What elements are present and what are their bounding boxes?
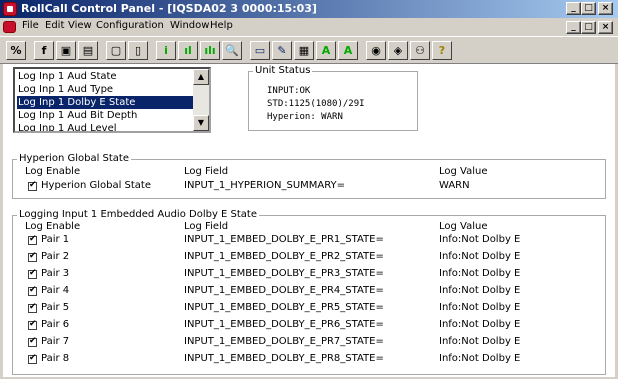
main-content: Log Inp 1 Aud State Log Inp 1 Aud Type L…: [3, 64, 615, 377]
screen-icon[interactable]: ▭: [250, 41, 270, 60]
percent-tool-button[interactable]: %: [6, 41, 26, 60]
pair-label: Pair 2: [41, 251, 70, 262]
lock-icon[interactable]: ▦: [294, 41, 314, 60]
pair-label: Pair 7: [41, 336, 70, 347]
maximize-button[interactable]: □: [581, 2, 596, 15]
document-icon[interactable]: [3, 21, 16, 33]
function-tool-button[interactable]: f: [34, 41, 54, 60]
pair-enable-checkbox[interactable]: [28, 268, 37, 279]
log-enable-header: Log Enable: [25, 166, 81, 177]
hyperion-enable-label: Hyperion Global State: [41, 180, 152, 191]
pair-enable-checkbox[interactable]: [28, 251, 37, 262]
hyperion-field: INPUT_1_HYPERION_SUMMARY=: [184, 180, 346, 191]
unit-status-legend: Unit Status: [253, 65, 313, 76]
window-title: RollCall Control Panel - [IQSDA02 3 0000…: [21, 2, 317, 15]
pair-enable-checkbox[interactable]: [28, 302, 37, 313]
close-button[interactable]: ×: [598, 2, 613, 15]
log-field-header: Log Field: [184, 166, 229, 177]
log-value-header: Log Value: [439, 166, 488, 177]
dolby-e-group: Logging Input 1 Embedded Audio Dolby E S…: [12, 209, 606, 375]
pair-log-field: INPUT_1_EMBED_DOLBY_E_PR6_STATE=: [184, 319, 384, 330]
doc-minimize-button[interactable]: _: [566, 21, 581, 34]
menu-configuration[interactable]: Configuration: [96, 20, 164, 31]
pair-enable-checkbox[interactable]: [28, 336, 37, 347]
pair-log-value: Info:Not Dolby E: [439, 336, 521, 347]
pair-label: Pair 4: [41, 285, 70, 296]
pair-log-field: INPUT_1_EMBED_DOLBY_E_PR2_STATE=: [184, 251, 384, 262]
dolby-legend: Logging Input 1 Embedded Audio Dolby E S…: [17, 209, 260, 220]
log-enable-header: Log Enable: [25, 221, 81, 232]
pair-log-value: Info:Not Dolby E: [439, 353, 521, 364]
pair-log-value: Info:Not Dolby E: [439, 285, 521, 296]
hyperion-global-group: Hyperion Global State Log Enable Log Fie…: [12, 153, 606, 199]
users-icon[interactable]: ⚇: [410, 41, 430, 60]
pair-enable-checkbox[interactable]: [28, 319, 37, 330]
pair-enable-checkbox[interactable]: [28, 234, 37, 245]
edit-icon[interactable]: ✎: [272, 41, 292, 60]
unit-status-group: Unit Status INPUT:OK STD:1125(1080)/29I …: [248, 65, 418, 131]
menu-view[interactable]: View: [68, 20, 92, 31]
level-three-icon[interactable]: ılı: [200, 41, 220, 60]
list-item[interactable]: Log Inp 1 Aud Type: [17, 83, 197, 96]
pair-label: Pair 8: [41, 353, 70, 364]
app-icon[interactable]: [3, 2, 17, 16]
doc-close-button[interactable]: ×: [598, 21, 613, 34]
network-icon[interactable]: ◉: [366, 41, 386, 60]
list-item[interactable]: Log Inp 1 Aud Bit Depth: [17, 109, 197, 122]
pair-log-field: INPUT_1_EMBED_DOLBY_E_PR4_STATE=: [184, 285, 384, 296]
list-tool-button[interactable]: ▤: [78, 41, 98, 60]
status-input: INPUT:OK: [267, 86, 311, 96]
pair-log-value: Info:Not Dolby E: [439, 268, 521, 279]
panel-tool-button[interactable]: ▣: [56, 41, 76, 60]
font-a-alt-icon[interactable]: A: [338, 41, 358, 60]
search-icon[interactable]: 🔍: [222, 41, 242, 60]
list-item[interactable]: Log Inp 1 Aud State: [17, 70, 197, 83]
hyperion-enable-checkbox[interactable]: [28, 180, 37, 191]
menu-edit[interactable]: Edit: [45, 20, 64, 31]
toolbar: % f ▣ ▤ ▢ ▯ i ıl ılı 🔍 ▭ ✎ ▦ A A ◉ ◈ ⚇ ?: [0, 36, 618, 64]
list-scrollbar[interactable]: ▲ ▼: [193, 69, 209, 131]
pair-log-field: INPUT_1_EMBED_DOLBY_E_PR3_STATE=: [184, 268, 384, 279]
font-a-icon[interactable]: A: [316, 41, 336, 60]
hyperion-value: WARN: [439, 180, 470, 191]
pair-log-field: INPUT_1_EMBED_DOLBY_E_PR5_STATE=: [184, 302, 384, 313]
hyperion-legend: Hyperion Global State: [17, 153, 132, 164]
scroll-up-icon[interactable]: ▲: [193, 69, 209, 85]
pair-label: Pair 5: [41, 302, 70, 313]
title-bar[interactable]: RollCall Control Panel - [IQSDA02 3 0000…: [0, 0, 618, 18]
list-item[interactable]: Log Inp 1 Aud Level: [17, 122, 197, 131]
copy-tool-button[interactable]: ▯: [128, 41, 148, 60]
pair-label: Pair 6: [41, 319, 70, 330]
window-tool-button[interactable]: ▢: [106, 41, 126, 60]
pair-enable-checkbox[interactable]: [28, 285, 37, 296]
status-hyperion: Hyperion: WARN: [267, 112, 343, 122]
pair-label: Pair 3: [41, 268, 70, 279]
level-one-icon[interactable]: i: [156, 41, 176, 60]
pair-label: Pair 1: [41, 234, 70, 245]
pair-enable-checkbox[interactable]: [28, 353, 37, 364]
minimize-button[interactable]: _: [566, 2, 581, 15]
level-two-icon[interactable]: ıl: [178, 41, 198, 60]
pair-log-field: INPUT_1_EMBED_DOLBY_E_PR7_STATE=: [184, 336, 384, 347]
help-icon[interactable]: ?: [432, 41, 452, 60]
log-value-header: Log Value: [439, 221, 488, 232]
pair-log-value: Info:Not Dolby E: [439, 251, 521, 262]
pair-log-field: INPUT_1_EMBED_DOLBY_E_PR8_STATE=: [184, 353, 384, 364]
pair-log-value: Info:Not Dolby E: [439, 234, 521, 245]
scroll-down-icon[interactable]: ▼: [193, 115, 209, 131]
menu-window[interactable]: Window: [170, 20, 209, 31]
pair-log-value: Info:Not Dolby E: [439, 319, 521, 330]
menu-help[interactable]: Help: [210, 20, 233, 31]
menu-bar: File Edit View Configuration Window Help…: [0, 19, 618, 35]
pair-log-value: Info:Not Dolby E: [439, 302, 521, 313]
parameter-list[interactable]: Log Inp 1 Aud State Log Inp 1 Aud Type L…: [13, 67, 211, 133]
tools-icon[interactable]: ◈: [388, 41, 408, 60]
pair-log-field: INPUT_1_EMBED_DOLBY_E_PR1_STATE=: [184, 234, 384, 245]
list-item-selected[interactable]: Log Inp 1 Dolby E State: [17, 96, 197, 109]
status-standard: STD:1125(1080)/29I: [267, 99, 365, 109]
doc-restore-button[interactable]: □: [581, 21, 596, 34]
log-field-header: Log Field: [184, 221, 229, 232]
menu-file[interactable]: File: [22, 20, 39, 31]
